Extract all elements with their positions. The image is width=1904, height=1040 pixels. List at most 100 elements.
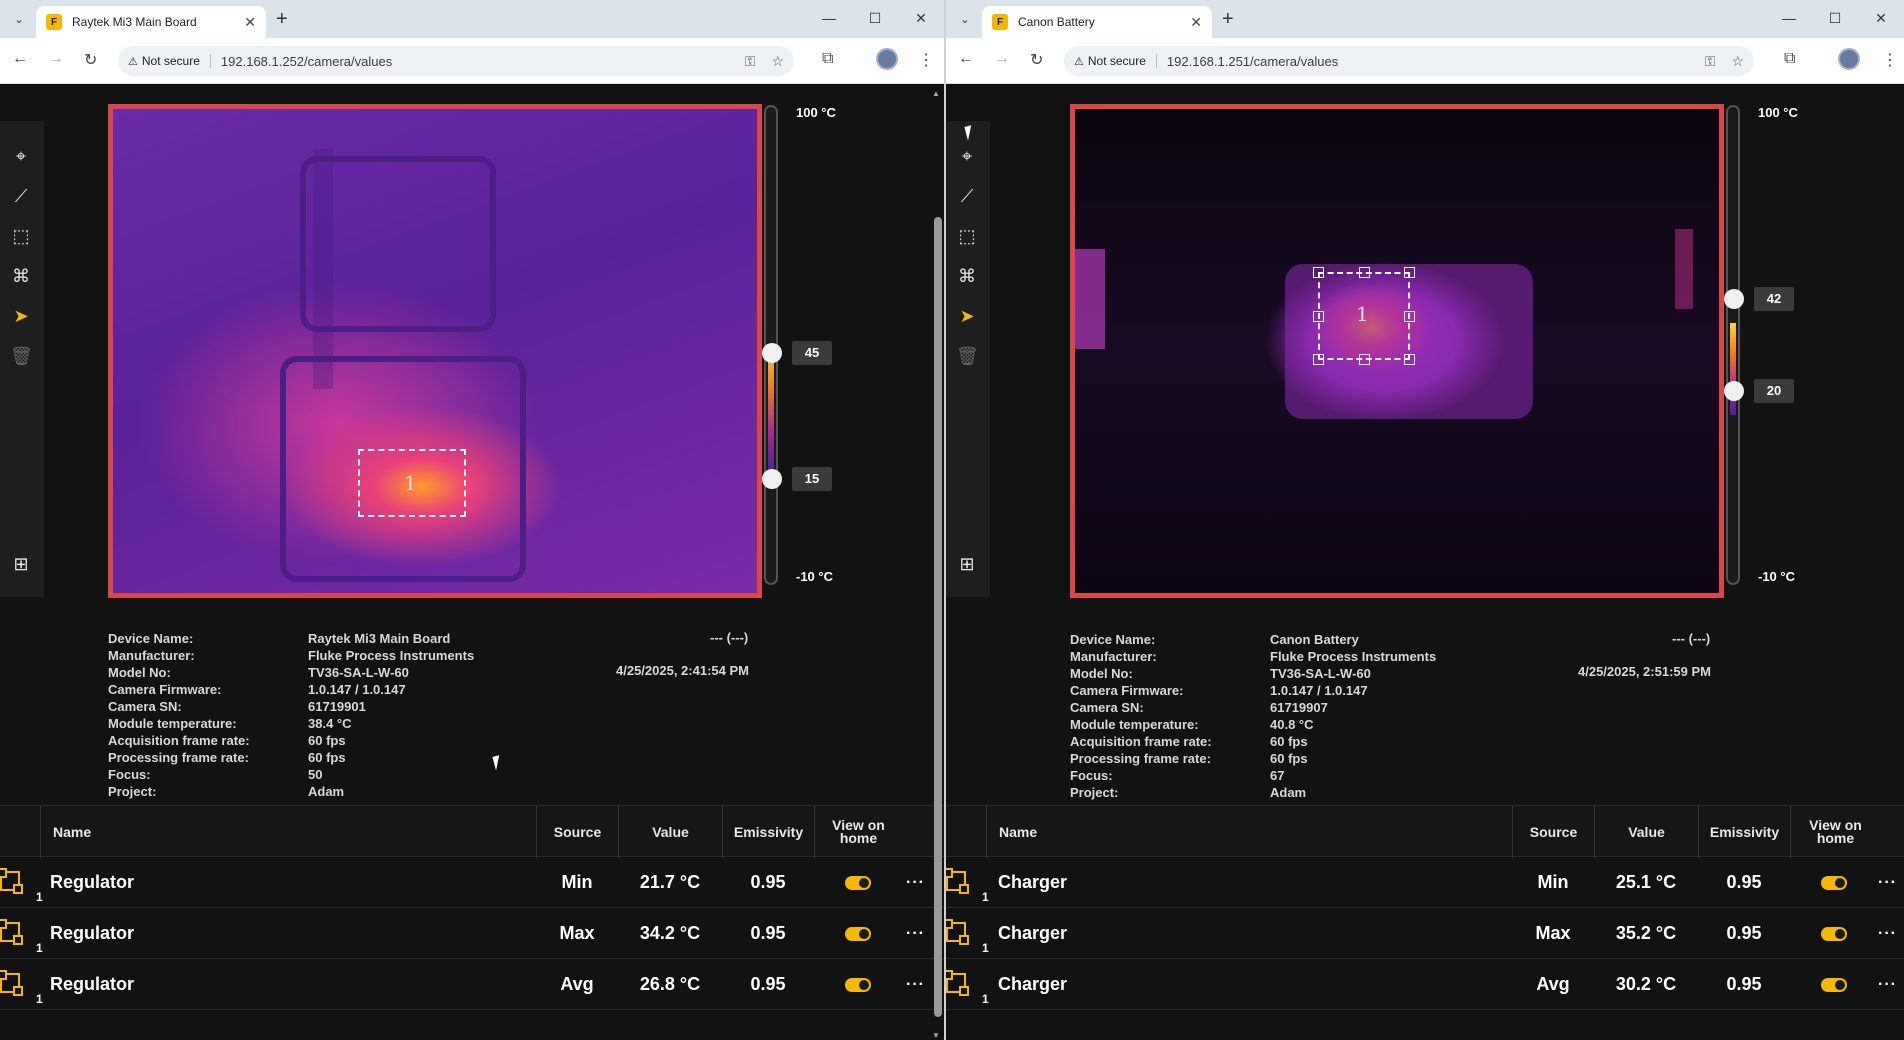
table-row[interactable]: 1 Charger Min 25.1 °C 0.95 ··· <box>946 857 1904 908</box>
area-icon[interactable]: ⬚ <box>10 225 32 247</box>
view-on-home-toggle[interactable] <box>814 857 902 908</box>
close-window-icon[interactable]: ✕ <box>898 6 944 30</box>
forward-icon[interactable]: → <box>994 50 1010 68</box>
thermal-image[interactable]: 1 <box>108 104 762 598</box>
close-window-icon[interactable]: ✕ <box>1858 6 1904 30</box>
col-view-on-home[interactable]: View on home <box>814 806 902 858</box>
table-row[interactable]: 1 Regulator Max 34.2 °C 0.95 ··· <box>0 908 944 959</box>
extensions-icon[interactable]: ⧉ <box>822 50 833 68</box>
row-emissivity[interactable]: 0.95 <box>722 908 814 959</box>
more-options-icon[interactable]: ··· <box>906 959 925 1010</box>
upper-knob[interactable] <box>1724 289 1744 309</box>
table-row[interactable]: 1 Charger Max 35.2 °C 0.95 ··· <box>946 908 1904 959</box>
resize-handle[interactable] <box>1404 311 1415 322</box>
toggle-switch[interactable] <box>845 926 871 941</box>
line-icon[interactable]: ⟋ <box>956 185 978 207</box>
area-icon[interactable]: ⬚ <box>956 225 978 247</box>
upper-value[interactable]: 45 <box>792 341 832 365</box>
row-emissivity[interactable]: 0.95 <box>1698 959 1790 1010</box>
new-tab-button[interactable]: + <box>276 8 288 30</box>
trash-icon[interactable]: 🗑 <box>10 345 33 367</box>
row-name[interactable]: Regulator <box>50 908 134 959</box>
col-name[interactable]: Name <box>986 806 1456 858</box>
spot-icon[interactable]: ⌖ <box>956 145 978 167</box>
close-icon[interactable]: ✕ <box>1190 14 1202 31</box>
resize-handle[interactable] <box>1313 267 1324 278</box>
trash-icon[interactable]: 🗑 <box>956 345 979 367</box>
row-name[interactable]: Charger <box>998 959 1067 1010</box>
reload-icon[interactable]: ↻ <box>84 50 97 70</box>
browser-tab[interactable]: F Canon Battery ✕ <box>982 6 1212 38</box>
row-emissivity[interactable]: 0.95 <box>1698 857 1790 908</box>
toggle-switch[interactable] <box>1821 926 1847 941</box>
view-on-home-toggle[interactable] <box>1790 959 1878 1010</box>
back-icon[interactable]: ← <box>958 50 974 68</box>
lower-value[interactable]: 20 <box>1754 379 1794 403</box>
col-name[interactable]: Name <box>40 806 534 858</box>
view-on-home-toggle[interactable] <box>814 959 902 1010</box>
col-view-on-home[interactable]: View on home <box>1790 806 1880 858</box>
toggle-switch[interactable] <box>845 977 871 992</box>
row-name[interactable]: Charger <box>998 857 1067 908</box>
maximize-icon[interactable]: ☐ <box>1812 6 1858 30</box>
security-chip[interactable]: ⚠ Not secure <box>128 54 211 68</box>
col-emissivity[interactable]: Emissivity <box>1698 806 1790 858</box>
scroll-up-icon[interactable]: ▲ <box>932 89 940 98</box>
polygon-icon[interactable]: ⌘ <box>10 265 32 287</box>
calculator-icon[interactable]: ⊞ <box>10 553 32 575</box>
roi-box[interactable]: 1 <box>358 449 466 517</box>
omnibox[interactable]: ⚠ Not secure 192.168.1.252/camera/values … <box>118 46 794 76</box>
avatar[interactable] <box>1838 48 1860 70</box>
polygon-icon[interactable]: ⌘ <box>956 265 978 287</box>
view-on-home-toggle[interactable] <box>1790 908 1878 959</box>
resize-handle[interactable] <box>1359 354 1370 365</box>
resize-handle[interactable] <box>1404 267 1415 278</box>
toggle-switch[interactable] <box>845 875 871 890</box>
maximize-icon[interactable]: ☐ <box>852 6 898 30</box>
row-name[interactable]: Regulator <box>50 857 134 908</box>
col-source[interactable]: Source <box>536 806 618 858</box>
pointer-icon[interactable]: ➤ <box>10 305 32 327</box>
more-options-icon[interactable]: ··· <box>906 908 925 959</box>
row-name[interactable]: Regulator <box>50 959 134 1010</box>
back-icon[interactable]: ← <box>12 50 28 68</box>
scroll-thumb[interactable] <box>934 217 942 1017</box>
omnibox[interactable]: ⚠ Not secure 192.168.1.251/camera/values … <box>1064 46 1754 76</box>
row-emissivity[interactable]: 0.95 <box>1698 908 1790 959</box>
menu-icon[interactable]: ⋮ <box>918 50 934 70</box>
url-text[interactable]: 192.168.1.251/camera/values <box>1167 54 1689 69</box>
lower-knob[interactable] <box>1724 381 1744 401</box>
minimize-icon[interactable]: — <box>1766 6 1812 30</box>
lower-knob[interactable] <box>762 469 782 489</box>
reload-icon[interactable]: ↻ <box>1030 50 1043 70</box>
row-emissivity[interactable]: 0.95 <box>722 857 814 908</box>
forward-icon[interactable]: → <box>48 50 64 68</box>
star-icon[interactable]: ☆ <box>1731 53 1744 70</box>
close-icon[interactable]: ✕ <box>244 14 256 31</box>
vertical-scrollbar[interactable]: ▲ ▼ <box>932 89 942 1040</box>
avatar[interactable] <box>876 48 898 70</box>
table-row[interactable]: 1 Charger Avg 30.2 °C 0.95 ··· <box>946 959 1904 1010</box>
key-icon[interactable]: ⚿ <box>745 53 756 70</box>
security-chip[interactable]: ⚠ Not secure <box>1074 54 1157 68</box>
resize-handle[interactable] <box>1313 311 1324 322</box>
view-on-home-toggle[interactable] <box>814 908 902 959</box>
scale-track[interactable] <box>1726 105 1740 585</box>
upper-value[interactable]: 42 <box>1754 287 1794 311</box>
resize-handle[interactable] <box>1404 354 1415 365</box>
star-icon[interactable]: ☆ <box>771 53 784 70</box>
menu-icon[interactable]: ⋮ <box>1882 50 1898 70</box>
browser-tab[interactable]: F Raytek Mi3 Main Board ✕ <box>36 6 266 38</box>
resize-handle[interactable] <box>1359 267 1370 278</box>
calculator-icon[interactable]: ⊞ <box>956 553 978 575</box>
new-tab-button[interactable]: + <box>1222 8 1234 30</box>
view-on-home-toggle[interactable] <box>1790 857 1878 908</box>
thermal-image[interactable]: 1 <box>1070 104 1724 598</box>
lower-value[interactable]: 15 <box>792 467 832 491</box>
extensions-icon[interactable]: ⧉ <box>1784 50 1795 68</box>
minimize-icon[interactable]: — <box>806 6 852 30</box>
row-emissivity[interactable]: 0.95 <box>722 959 814 1010</box>
roi-box[interactable]: 1 <box>1313 267 1415 365</box>
more-options-icon[interactable]: ··· <box>906 857 925 908</box>
resize-handle[interactable] <box>1313 354 1324 365</box>
